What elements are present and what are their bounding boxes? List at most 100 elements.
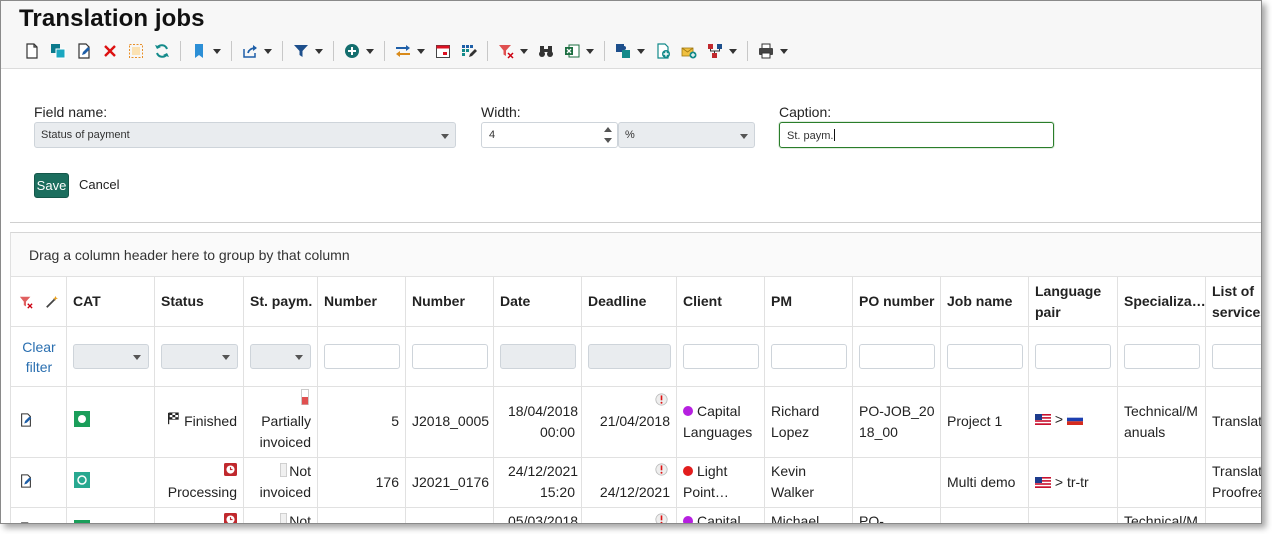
delete-icon[interactable] [99, 40, 121, 62]
header-job-name[interactable]: Job name [941, 277, 1028, 327]
network-icon[interactable] [704, 40, 726, 62]
filter-job-name-input[interactable] [947, 344, 1023, 369]
chevron-down-icon [295, 355, 303, 360]
bookmark-dropdown[interactable] [212, 40, 222, 62]
binoculars-icon[interactable] [535, 40, 557, 62]
width-stepper[interactable] [603, 125, 613, 145]
magic-wand-icon[interactable] [45, 295, 59, 309]
table-row [1118, 458, 1205, 508]
specialization-text: Technical/Manuals [1124, 403, 1198, 440]
clear-filter-icon[interactable] [19, 295, 33, 309]
table-row: 176 [318, 458, 405, 508]
header-pm[interactable]: PM [765, 277, 852, 327]
clear-filter-link[interactable]: Clear filter [21, 337, 57, 377]
page-header: Translation jobs [1, 1, 1261, 69]
excel-icon[interactable] [561, 40, 583, 62]
clear-filter-dropdown[interactable] [519, 40, 529, 62]
header-language-pair[interactable]: Language pair [1029, 277, 1117, 327]
filter-icon[interactable] [290, 40, 312, 62]
filter-pm-input[interactable] [771, 344, 847, 369]
edit-icon[interactable] [73, 40, 95, 62]
filter-cat-select[interactable] [73, 344, 149, 369]
cat-tool-icon [74, 411, 90, 427]
filter-services-input[interactable] [1212, 344, 1261, 369]
filter-stpaym [244, 327, 317, 387]
filter-po-input[interactable] [859, 344, 935, 369]
copy-icon[interactable] [47, 40, 69, 62]
caption-input[interactable]: St. paym. [779, 122, 1054, 148]
filter-job-number-input[interactable] [412, 344, 488, 369]
swap-dropdown[interactable] [416, 40, 426, 62]
excel-dropdown[interactable] [585, 40, 595, 62]
puzzle-icon[interactable] [612, 40, 634, 62]
calendar-icon[interactable] [432, 40, 454, 62]
po-number: PO-JOB_2018_00 [859, 403, 935, 440]
printer-icon[interactable] [755, 40, 777, 62]
pm-name: Richard Lopez [771, 403, 820, 440]
export-dropdown[interactable] [263, 40, 273, 62]
add-circle-icon[interactable] [341, 40, 363, 62]
table-row[interactable] [11, 458, 66, 508]
edit-row-icon[interactable] [19, 522, 33, 524]
filter-specialization [1118, 327, 1205, 387]
select-all-icon[interactable] [125, 40, 147, 62]
header-cat[interactable]: CAT [67, 277, 154, 327]
add-dropdown[interactable] [365, 40, 375, 62]
stepper-down-icon[interactable] [604, 138, 612, 143]
header-status[interactable]: Status [155, 277, 243, 327]
table-row[interactable] [11, 387, 66, 458]
puzzle-dropdown[interactable] [636, 40, 646, 62]
header-stpaym[interactable]: St. paym. [244, 277, 317, 327]
add-document-icon[interactable] [652, 40, 674, 62]
save-button[interactable]: Save [34, 173, 69, 198]
new-document-icon[interactable] [21, 40, 43, 62]
header-number[interactable]: Number [318, 277, 405, 327]
grid-edit-icon[interactable] [458, 40, 480, 62]
group-by-bar[interactable]: Drag a column header here to group by th… [11, 233, 1261, 277]
filter-status-select[interactable] [161, 344, 238, 369]
jobs-grid: Drag a column header here to group by th… [10, 232, 1261, 524]
table-row: Not invoiced [244, 458, 317, 508]
table-row: Translati [1206, 387, 1261, 458]
column-specialization: Specializa… Technical/Manuals Technical/… [1118, 277, 1206, 524]
header-job-number[interactable]: Number [406, 277, 493, 327]
filter-stpaym-select[interactable] [250, 344, 311, 369]
column-deadline: Deadline 21/04/2018 24/12/2021 [582, 277, 677, 523]
filter-language-pair-input[interactable] [1035, 344, 1111, 369]
filter-dropdown[interactable] [314, 40, 324, 62]
header-specialization[interactable]: Specializa… [1118, 277, 1206, 327]
edit-row-icon[interactable] [19, 474, 33, 488]
job-number: 5 [391, 413, 399, 429]
mail-add-icon[interactable] [678, 40, 700, 62]
cat-tool-icon [74, 520, 90, 523]
filter-client-input[interactable] [683, 344, 759, 369]
header-client[interactable]: Client [677, 277, 764, 327]
clear-filter-icon[interactable] [495, 40, 517, 62]
table-row: 21/04/2018 [582, 387, 676, 458]
swap-arrows-icon[interactable] [392, 40, 414, 62]
edit-row-icon[interactable] [19, 413, 33, 427]
job-date: 24/12/2021 15:20 [508, 463, 579, 500]
width-unit-select[interactable]: % [618, 122, 755, 148]
refresh-icon[interactable] [151, 40, 173, 62]
header-date[interactable]: Date [494, 277, 581, 327]
column-edit-panel: Field name: Status of payment Width: 4 %… [10, 77, 1261, 223]
payment-status-text: Partially invoiced [259, 413, 311, 450]
header-services[interactable]: List of services [1206, 277, 1261, 327]
stepper-up-icon[interactable] [604, 127, 612, 132]
column-language-pair: Language pair > > tr-tr [1029, 277, 1118, 523]
export-icon[interactable] [239, 40, 261, 62]
header-po[interactable]: PO number [853, 277, 940, 327]
header-deadline[interactable]: Deadline [582, 277, 676, 327]
width-input[interactable]: 4 [481, 122, 618, 148]
cancel-button[interactable]: Cancel [79, 177, 119, 192]
table-row[interactable] [11, 508, 66, 524]
checkered-flag-icon [168, 412, 179, 425]
bookmark-icon[interactable] [188, 40, 210, 62]
filter-number-input[interactable] [324, 344, 400, 369]
specialization-text: Technical/M [1124, 513, 1198, 524]
print-dropdown[interactable] [779, 40, 789, 62]
network-dropdown[interactable] [728, 40, 738, 62]
field-name-select[interactable]: Status of payment [34, 122, 456, 148]
filter-specialization-input[interactable] [1124, 344, 1200, 369]
